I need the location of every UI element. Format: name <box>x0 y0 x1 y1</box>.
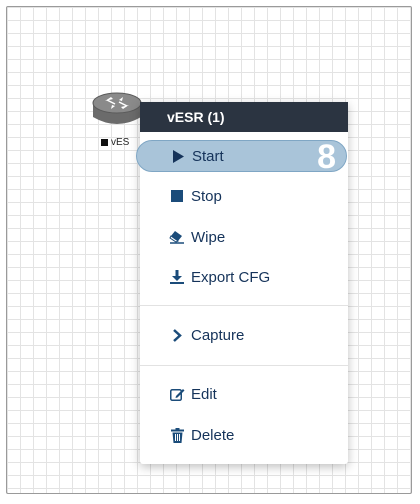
menu-divider <box>140 365 348 366</box>
menu-item-start[interactable]: Start 8 <box>136 138 347 176</box>
play-icon <box>170 148 186 164</box>
menu-item-delete[interactable]: Delete <box>140 418 348 452</box>
node-name: vES <box>111 137 130 148</box>
router-icon <box>92 92 142 124</box>
menu-item-label: Wipe <box>191 228 226 246</box>
stop-icon <box>169 188 185 204</box>
node-status-indicator <box>101 139 108 146</box>
context-menu: vESR (1) Start 8 Stop Wipe Export CFG Ca… <box>136 102 348 464</box>
context-menu-header: vESR (1) <box>140 102 348 132</box>
menu-item-label: Stop <box>191 187 222 205</box>
step-number-badge: 8 <box>317 138 336 176</box>
eraser-icon <box>169 229 185 245</box>
menu-item-export-cfg[interactable]: Export CFG <box>140 260 348 294</box>
menu-item-label: Capture <box>191 326 245 344</box>
node-label: vES <box>101 137 129 148</box>
menu-item-label: Delete <box>191 426 235 444</box>
edit-icon <box>169 386 185 402</box>
menu-item-label: Start <box>192 147 224 165</box>
menu-item-wipe[interactable]: Wipe <box>140 220 348 254</box>
menu-item-edit[interactable]: Edit <box>140 377 348 411</box>
menu-item-stop[interactable]: Stop <box>140 179 348 213</box>
menu-item-label: Export CFG <box>191 268 271 286</box>
menu-divider <box>140 305 348 306</box>
download-icon <box>169 269 185 285</box>
menu-item-label: Edit <box>191 385 217 403</box>
menu-item-capture[interactable]: Capture <box>140 318 348 352</box>
chevron-right-icon <box>169 327 185 343</box>
trash-icon <box>169 427 185 443</box>
topology-canvas[interactable]: vES vESR (1) Start 8 Stop Wipe Export CF… <box>6 6 412 494</box>
